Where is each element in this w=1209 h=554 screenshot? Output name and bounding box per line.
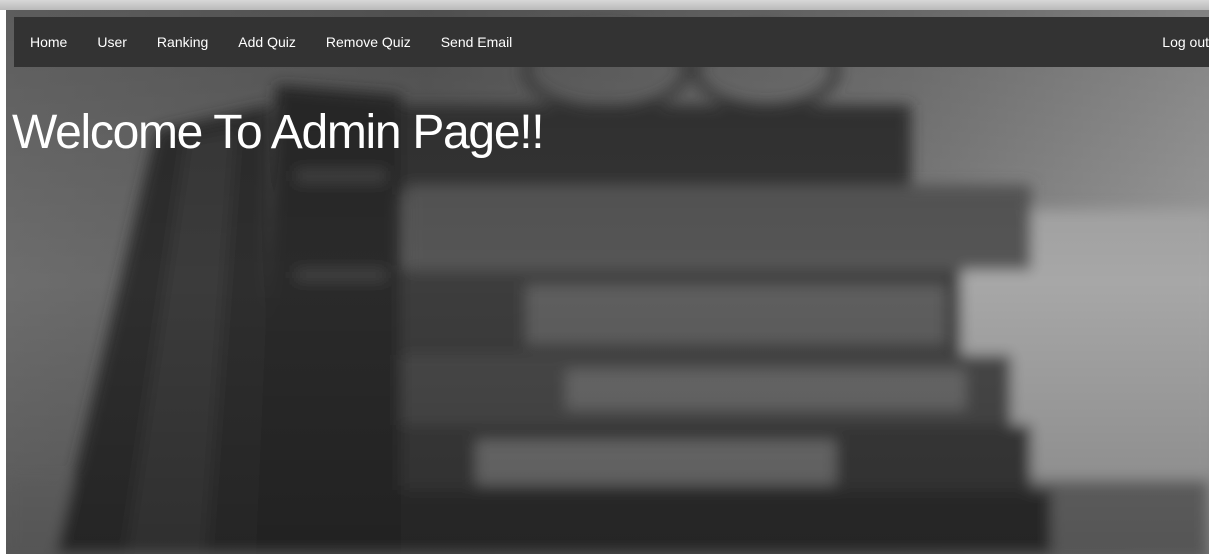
browser-top-edge bbox=[0, 0, 1209, 10]
nav-send-email-link[interactable]: Send Email bbox=[426, 17, 528, 67]
page-title: Welcome To Admin Page!! bbox=[12, 106, 545, 159]
top-navbar: Home User Ranking Add Quiz Remove Quiz S… bbox=[14, 17, 1209, 67]
nav-links: Home User Ranking Add Quiz Remove Quiz S… bbox=[14, 17, 527, 67]
nav-home-link[interactable]: Home bbox=[14, 17, 82, 67]
nav-right-group: Log out bbox=[1152, 34, 1209, 50]
books-background-image bbox=[6, 10, 1209, 554]
nav-ranking-link[interactable]: Ranking bbox=[142, 17, 223, 67]
nav-add-quiz-link[interactable]: Add Quiz bbox=[223, 17, 311, 67]
browser-viewport: Home User Ranking Add Quiz Remove Quiz S… bbox=[0, 0, 1209, 554]
hero-section: Home User Ranking Add Quiz Remove Quiz S… bbox=[6, 10, 1209, 554]
logout-link[interactable]: Log out bbox=[1152, 34, 1209, 50]
nav-remove-quiz-link[interactable]: Remove Quiz bbox=[311, 17, 426, 67]
nav-user-link[interactable]: User bbox=[82, 17, 142, 67]
